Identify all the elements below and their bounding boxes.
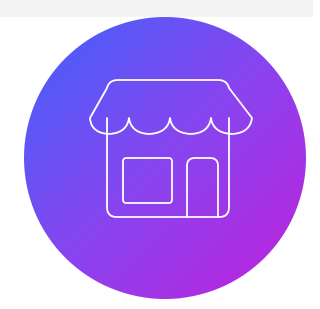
top-background-strip: [0, 0, 313, 17]
gradient-circle-badge: [24, 17, 306, 299]
